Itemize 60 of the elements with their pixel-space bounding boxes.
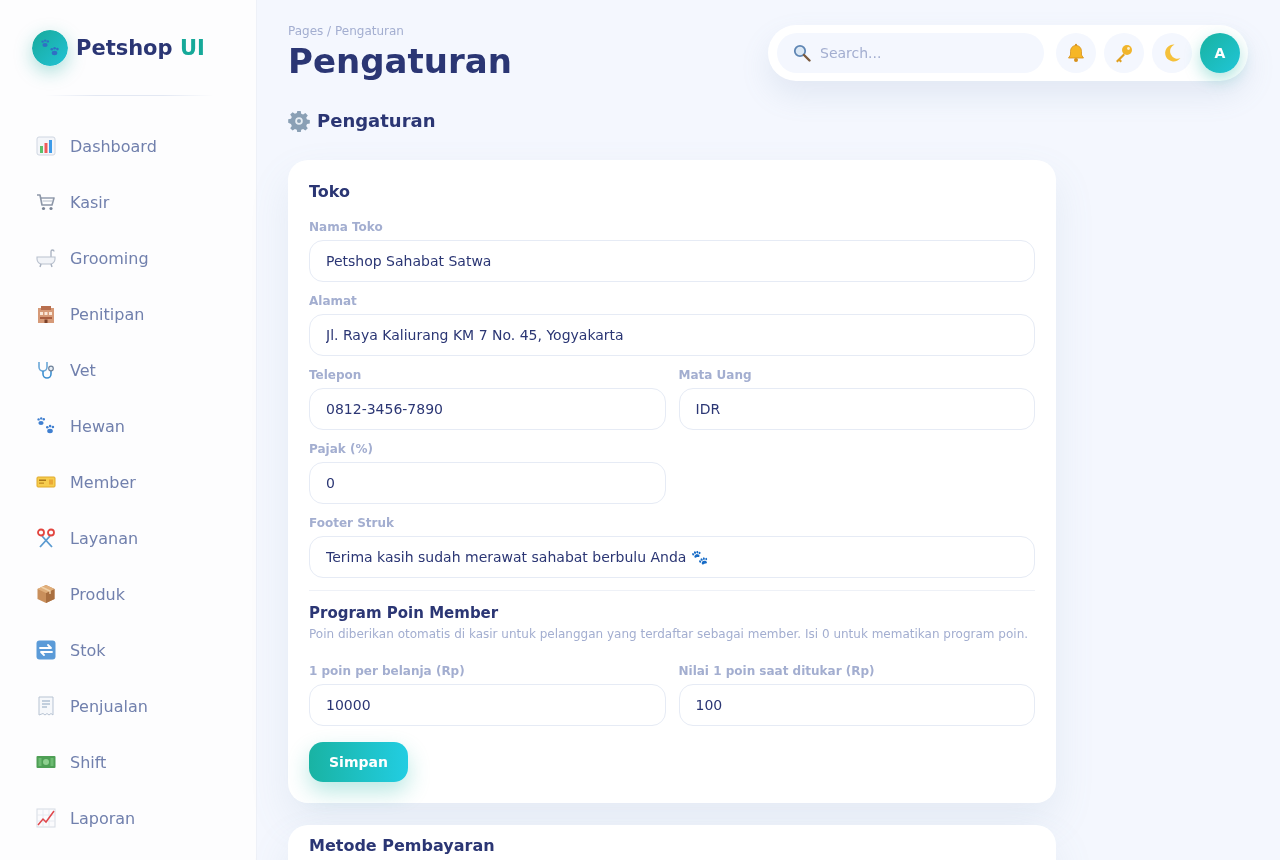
subsection-title: Program Poin Member xyxy=(309,603,500,623)
key-icon xyxy=(1114,43,1134,63)
nav-link[interactable]: Kasir xyxy=(36,190,110,214)
save-button[interactable]: Simpan xyxy=(309,742,408,782)
scissors-icon xyxy=(36,528,56,548)
section-title: Pengaturan xyxy=(317,110,436,132)
receipt-icon xyxy=(36,696,56,716)
card-title: Metode Pembayaran xyxy=(309,836,496,855)
field-label: Mata Uang xyxy=(678,367,753,383)
hotel-icon xyxy=(36,304,56,324)
nav-link[interactable]: Vet xyxy=(36,358,96,382)
moon-icon xyxy=(1162,43,1182,63)
avatar[interactable]: A xyxy=(1200,33,1240,73)
arrows-icon xyxy=(36,640,56,660)
nav-link[interactable]: Produk xyxy=(36,582,125,606)
input-field[interactable]: Petshop Sahabat Satwa xyxy=(309,240,1035,282)
notification-button[interactable] xyxy=(1056,33,1096,73)
stethoscope-icon xyxy=(36,360,56,380)
input-field[interactable]: 100 xyxy=(678,684,1035,726)
input-field[interactable]: IDR xyxy=(678,388,1035,430)
breadcrumb: Pages / Pengaturan xyxy=(288,23,405,40)
nav-link[interactable]: Shift xyxy=(36,750,107,774)
nav-link[interactable]: Dashboard xyxy=(36,134,157,158)
nav-link[interactable]: Grooming xyxy=(36,246,149,270)
page-title: Pengaturan xyxy=(288,40,512,82)
bathtub-icon xyxy=(36,248,56,268)
nav-link[interactable]: Layanan xyxy=(36,526,139,550)
description-text: Poin diberikan otomatis di kasir untuk pelanggan yang terdaftar sebagai member. Isi 0 untuk mematikan program poin. xyxy=(309,626,1030,642)
input-field[interactable]: 0 xyxy=(309,462,666,504)
paw-logo-icon xyxy=(32,30,68,66)
bar-chart-icon xyxy=(36,136,56,156)
input-field[interactable]: Jl. Raya Kaliurang KM 7 No. 45, Yogyakarta xyxy=(309,314,1035,356)
cart-icon xyxy=(36,192,56,212)
field-label: Nama Toko xyxy=(309,219,384,235)
nav-link[interactable]: Hewan xyxy=(36,414,125,438)
gear-icon xyxy=(288,110,310,132)
field-label: Footer Struk xyxy=(309,515,395,531)
line-chart-icon xyxy=(36,808,56,828)
brand-name: Petshop UI xyxy=(76,36,205,60)
theme-button[interactable] xyxy=(1152,33,1192,73)
key-button[interactable] xyxy=(1104,33,1144,73)
input-field[interactable]: 0812-3456-7890 xyxy=(309,388,666,430)
nav-link[interactable]: Penitipan xyxy=(36,302,145,326)
search-icon xyxy=(793,44,811,62)
input-field[interactable]: Terima kasih sudah merawat sahabat berbulu Anda 🐾 xyxy=(309,536,1035,578)
field-label: Alamat xyxy=(309,293,358,309)
nav-link[interactable]: Penjualan xyxy=(36,694,148,718)
field-label: Telepon xyxy=(309,367,363,383)
box-icon xyxy=(36,584,56,604)
input-field[interactable]: 10000 xyxy=(309,684,666,726)
field-label: Pajak (%) xyxy=(309,441,374,457)
nav-link[interactable]: Stok xyxy=(36,638,106,662)
card-title: Toko xyxy=(309,181,351,203)
bell-icon xyxy=(1066,43,1086,63)
search-field[interactable]: Search... xyxy=(777,33,1044,73)
paw-icon xyxy=(36,416,56,436)
field-label: Nilai 1 poin saat ditukar (Rp) xyxy=(678,663,876,679)
field-label: 1 poin per belanja (Rp) xyxy=(309,663,466,679)
nav-link[interactable]: Member xyxy=(36,470,136,494)
nav-link[interactable]: Laporan xyxy=(36,806,136,830)
